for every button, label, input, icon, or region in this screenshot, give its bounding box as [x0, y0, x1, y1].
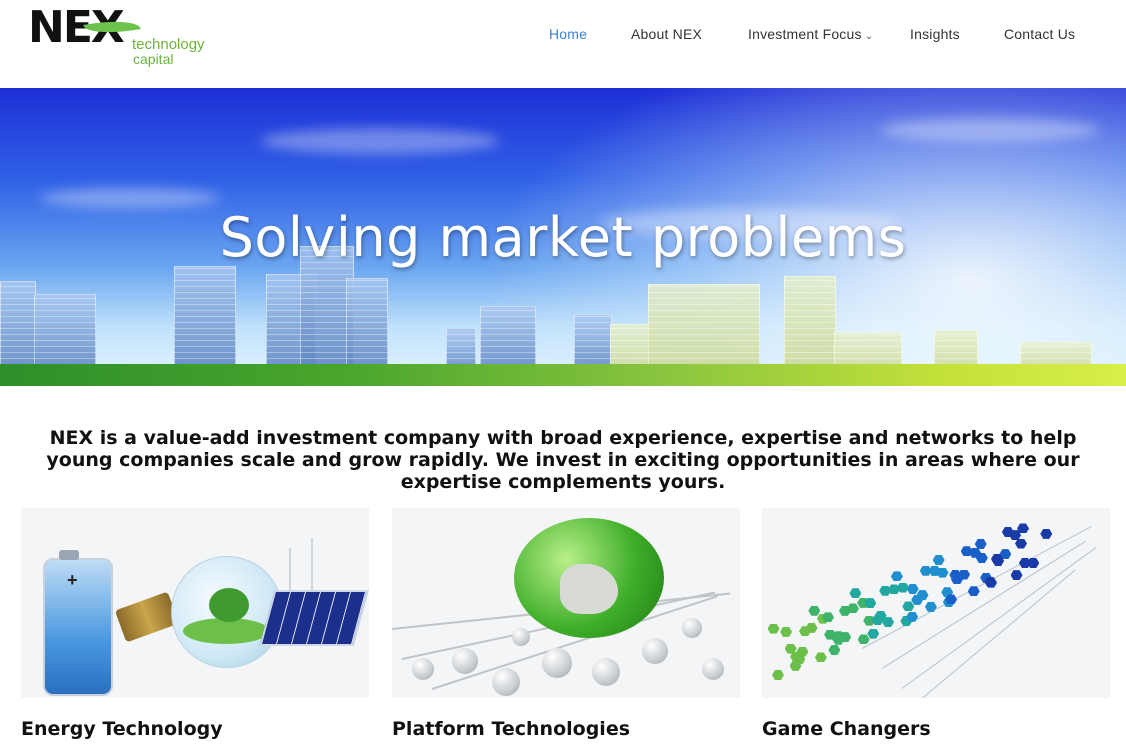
globe-land [560, 564, 618, 614]
nav-insights[interactable]: Insights [910, 26, 960, 42]
nav-investment-focus[interactable]: Investment Focus ⌄ [748, 26, 873, 42]
hexagon [924, 601, 937, 612]
card-title[interactable]: Game Changers [762, 718, 1110, 740]
energy-technology-image[interactable]: + [21, 508, 369, 698]
bulb-base [114, 591, 180, 643]
hexagon [772, 670, 784, 680]
hexagon [932, 554, 945, 565]
tree-icon [209, 588, 249, 622]
solar-panel-icon [259, 590, 369, 646]
sphere [452, 648, 478, 674]
hexagon [890, 571, 903, 582]
hexagon [814, 652, 827, 663]
sphere [542, 648, 572, 678]
building [784, 276, 836, 378]
hexagon [828, 644, 841, 655]
hexagon [867, 628, 880, 639]
sphere [642, 638, 668, 664]
plus-icon: + [67, 570, 78, 590]
hexagon [1010, 570, 1023, 581]
cloud [260, 128, 500, 154]
battery-icon [43, 558, 113, 696]
nex-logo[interactable]: NEX technology capital [28, 4, 228, 72]
hexagon [906, 583, 919, 594]
grass-strip [0, 364, 1126, 386]
hero-title: Solving market problems [219, 206, 907, 269]
building [174, 266, 236, 378]
hexagon [902, 601, 915, 612]
card-title[interactable]: Platform Technologies [392, 718, 740, 740]
nav-contact-us[interactable]: Contact Us [1004, 26, 1075, 42]
platform-technologies-image[interactable] [392, 508, 740, 698]
chevron-down-icon: ⌄ [864, 31, 874, 42]
hexagon [780, 626, 793, 637]
sphere [592, 658, 620, 686]
sphere [512, 628, 530, 646]
cloud [880, 118, 1100, 142]
site-header: NEX technology capital Home About NEX In… [0, 0, 1126, 89]
nav-investment-focus-label: Investment Focus [748, 26, 862, 42]
nav-home[interactable]: Home [549, 26, 587, 42]
logo-tagline-capital: capital [133, 51, 174, 67]
hexagon [857, 634, 870, 645]
game-changers-image[interactable] [762, 508, 1110, 698]
nav-about-nex[interactable]: About NEX [631, 26, 702, 42]
sphere [702, 658, 724, 680]
card-energy-technology[interactable]: + Energy Technology [21, 508, 369, 740]
battery-cap [59, 550, 79, 560]
card-platform-technologies[interactable]: Platform Technologies [392, 508, 740, 740]
sphere [492, 668, 520, 696]
hexagon [974, 539, 987, 549]
hero-banner: Solving market problems [0, 88, 1126, 386]
sphere [412, 658, 434, 680]
hexagon [808, 605, 821, 616]
hexagon [767, 623, 780, 634]
card-title[interactable]: Energy Technology [21, 718, 369, 740]
intro-text: NEX is a value-add investment company wi… [46, 427, 1080, 493]
hexagon [1040, 528, 1053, 539]
building [346, 278, 388, 378]
hexagon [919, 565, 932, 576]
hexagon [849, 588, 862, 599]
hexagon [967, 586, 980, 597]
card-game-changers[interactable]: Game Changers [762, 508, 1110, 740]
cloud [40, 188, 220, 208]
sphere [682, 618, 702, 638]
